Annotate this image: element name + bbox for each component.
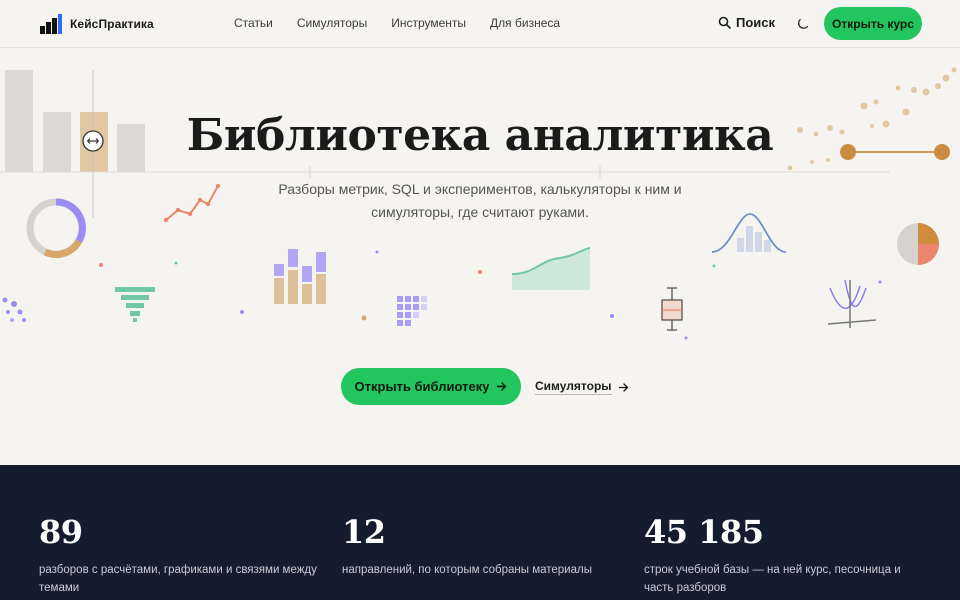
simulators-link-label: Симуляторы [535,379,612,395]
funnel-illustration [115,287,155,322]
logo[interactable]: КейсПрактика [40,14,154,34]
area-chart-illustration [511,247,591,290]
stat-description: разборов с расчётами, графиками и связям… [39,564,317,594]
donut-illustration [26,198,86,259]
stat-number: 45 185 [644,513,764,551]
main-nav: Статьи Симуляторы Инструменты Для бизнес… [234,16,560,30]
nav-item-tools[interactable]: Инструменты [391,16,466,30]
stat-directions: 12 направлений, по которым собраны матер… [342,513,622,579]
stat-number: 12 [342,513,386,551]
hero-subtitle: Разборы метрик, SQL и экспериментов, кал… [278,181,682,220]
pie-illustration [897,223,939,265]
stat-rows: 45 185 строк учебной базы — на ней курс,… [644,513,924,597]
stat-number: 89 [39,513,83,551]
boxplot-illustration [661,287,683,331]
moon-icon[interactable] [796,17,810,31]
site-header: КейсПрактика Статьи Симуляторы Инструмен… [0,0,960,48]
dot-grid-illustration [397,296,427,326]
open-library-label: Открыть библиотеку [354,379,490,394]
stat-articles: 89 разборов с расчётами, графиками и свя… [39,513,319,597]
stat-description: строк учебной базы — на ней курс, песочн… [644,564,901,594]
arrow-right-icon [618,382,628,392]
stat-description: направлений, по которым собраны материал… [342,564,592,576]
open-course-button[interactable]: Открыть курс [824,7,922,40]
search-label: Поиск [736,15,776,30]
logo-icon [40,14,62,34]
logo-text: КейсПрактика [70,17,154,31]
nav-item-simulators[interactable]: Симуляторы [297,16,367,30]
stats-section: 89 разборов с расчётами, графиками и свя… [0,465,960,600]
search-button[interactable]: Поиск [718,15,775,30]
hero-title: Библиотека аналитика [186,110,774,161]
arrow-right-icon [497,382,507,391]
curves-illustration [827,279,877,328]
histogram-illustration [711,213,787,253]
open-library-button[interactable]: Открыть библиотеку [341,368,521,405]
simulators-link[interactable]: Симуляторы [535,379,629,395]
nav-item-business[interactable]: Для бизнеса [490,16,560,30]
nav-item-articles[interactable]: Статьи [234,16,273,30]
search-icon [718,16,731,29]
stacked-bars-illustration [274,249,326,304]
hero-section: Библиотека аналитика Разборы метрик, SQL… [0,48,960,465]
